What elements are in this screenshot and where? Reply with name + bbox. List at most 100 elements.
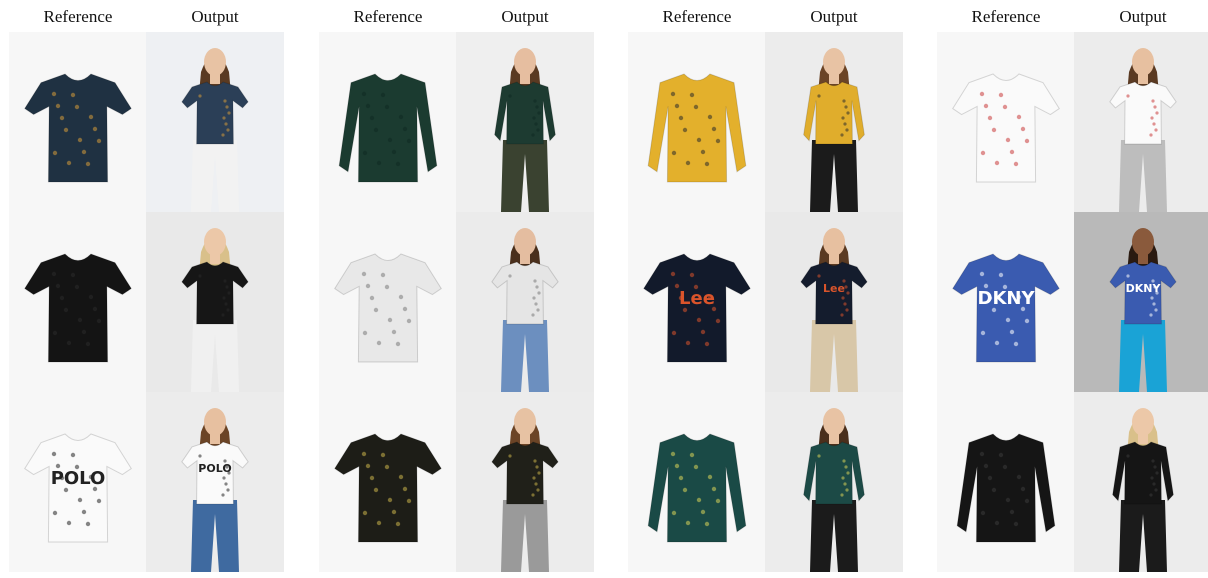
product-photo — [937, 392, 1075, 572]
pattern-dot — [689, 272, 695, 278]
pattern-dot — [1013, 521, 1019, 527]
model-head — [204, 408, 226, 436]
output-image — [1074, 392, 1208, 572]
output-image: POLO — [146, 392, 284, 572]
pattern-dot — [682, 127, 688, 133]
model-photo — [1074, 392, 1208, 572]
pattern-dot — [674, 463, 680, 469]
pattern-dot — [843, 302, 847, 306]
pattern-dot — [841, 116, 845, 120]
pattern-dot — [1149, 133, 1153, 137]
pattern-dot — [508, 94, 512, 98]
reference-image — [9, 32, 147, 212]
pattern-dot — [991, 487, 997, 493]
garment-print-text: Lee — [679, 288, 715, 309]
pattern-dot — [96, 498, 102, 504]
pattern-dot — [1126, 274, 1130, 278]
pattern-dot — [402, 486, 408, 492]
output-image — [146, 32, 284, 212]
pattern-dot — [221, 313, 225, 317]
garment-print-text: POLO — [198, 462, 231, 475]
pattern-dot — [983, 463, 989, 469]
product-photo: POLO — [9, 392, 147, 572]
pattern-dot — [508, 274, 512, 278]
pattern-dot — [1024, 318, 1030, 324]
pattern-dot — [532, 296, 536, 300]
pattern-dot — [1152, 302, 1156, 306]
pattern-dot — [1024, 138, 1030, 144]
pattern-dot — [1020, 126, 1026, 132]
pattern-dot — [845, 308, 849, 312]
pattern-dot — [387, 317, 393, 323]
pattern-dot — [224, 302, 228, 306]
pattern-dot — [1152, 122, 1156, 126]
pattern-dot — [843, 482, 847, 486]
pattern-dot — [994, 340, 1000, 346]
model-head — [823, 228, 845, 256]
pattern-dot — [685, 160, 691, 166]
pattern-dot — [59, 295, 65, 301]
model-neck — [829, 74, 839, 84]
pattern-dot — [531, 313, 535, 317]
pattern-dot — [70, 92, 76, 98]
model-photo: Lee — [765, 212, 903, 392]
model-head — [1132, 48, 1154, 76]
pattern-dot — [1005, 497, 1011, 503]
pattern-dot — [532, 476, 536, 480]
pattern-dot — [387, 497, 393, 503]
pattern-dot — [74, 104, 80, 110]
pattern-dot — [362, 330, 368, 336]
pattern-dot — [674, 103, 680, 109]
pattern-dot — [223, 279, 227, 283]
pattern-dot — [1149, 313, 1153, 317]
pattern-dot — [979, 91, 985, 97]
reference-image — [628, 392, 766, 572]
pattern-dot — [70, 452, 76, 458]
pattern-dot — [531, 493, 535, 497]
pattern-dot — [198, 94, 202, 98]
product-photo — [319, 212, 457, 392]
model-neck — [520, 254, 530, 264]
pattern-dot — [533, 99, 537, 103]
pattern-dot — [369, 475, 375, 481]
pattern-dot — [1126, 454, 1130, 458]
pattern-dot — [537, 291, 541, 295]
pattern-dot — [1016, 114, 1022, 120]
pattern-dot — [226, 488, 230, 492]
pattern-dot — [682, 487, 688, 493]
pattern-dot — [227, 111, 231, 115]
product-photo — [9, 32, 147, 212]
pattern-dot — [979, 271, 985, 277]
pattern-dot — [693, 104, 699, 110]
pattern-dot — [227, 291, 231, 295]
pattern-dot — [391, 509, 397, 515]
output-image — [456, 392, 594, 572]
pattern-dot — [1151, 459, 1155, 463]
pattern-dot — [85, 521, 91, 527]
pattern-dot — [704, 161, 710, 167]
pattern-dot — [77, 317, 83, 323]
pattern-dot — [1002, 104, 1008, 110]
pattern-dot — [980, 150, 986, 156]
reference-header: Reference — [971, 7, 1041, 26]
pattern-dot — [685, 520, 691, 526]
pattern-dot — [704, 341, 710, 347]
pattern-dot — [715, 318, 721, 324]
pattern-dot — [85, 161, 91, 167]
pattern-dot — [66, 520, 72, 526]
pattern-dot — [536, 488, 540, 492]
output-header: Output — [191, 7, 239, 26]
pattern-dot — [685, 340, 691, 346]
pattern-dot — [70, 272, 76, 278]
pattern-dot — [361, 91, 367, 97]
pattern-dot — [402, 126, 408, 132]
pattern-dot — [1005, 137, 1011, 143]
pattern-dot — [671, 330, 677, 336]
pattern-dot — [1155, 471, 1159, 475]
output-image — [456, 32, 594, 212]
pattern-dot — [365, 463, 371, 469]
pattern-dot — [376, 160, 382, 166]
pattern-dot — [841, 296, 845, 300]
pattern-dot — [535, 105, 539, 109]
pattern-dot — [222, 116, 226, 120]
